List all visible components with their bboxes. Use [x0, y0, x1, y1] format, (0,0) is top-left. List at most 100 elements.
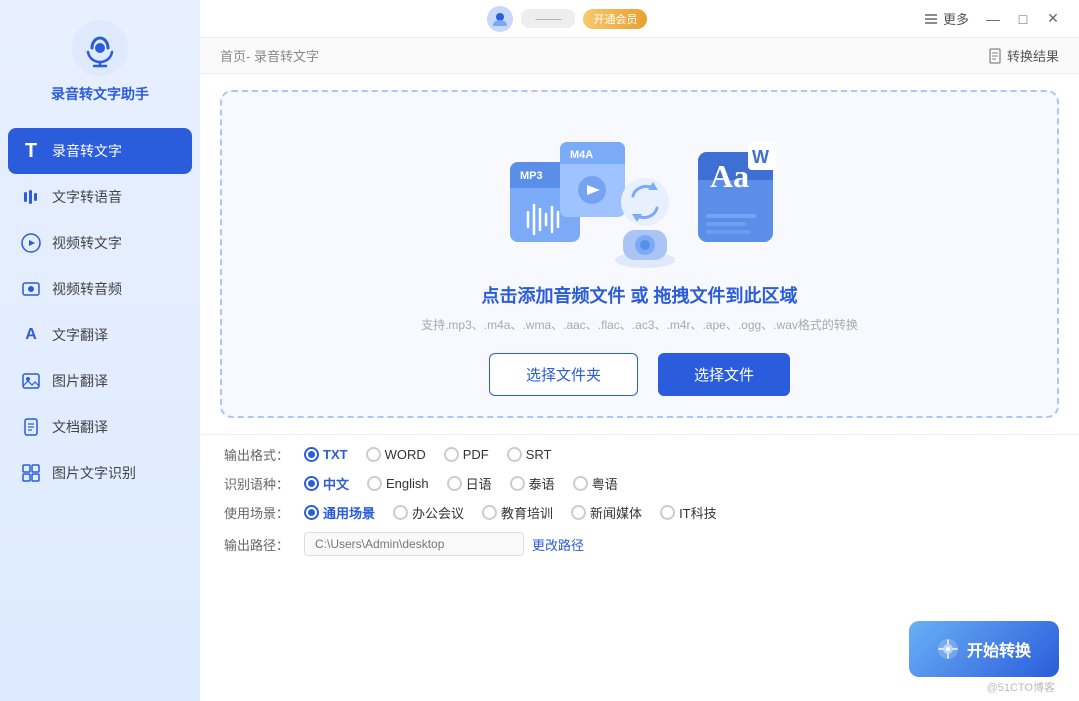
maximize-button[interactable]: □	[1009, 5, 1037, 33]
video-to-text-icon	[20, 232, 42, 254]
scene-tech[interactable]: IT科技	[660, 503, 717, 522]
text-to-speech-icon	[20, 186, 42, 208]
username-display: ——	[521, 9, 575, 28]
drop-sub-text: 支持.mp3、.m4a、.wma、.aac、.flac、.ac3、.m4r、.a…	[421, 316, 858, 333]
drop-buttons: 选择文件夹 选择文件	[489, 353, 790, 396]
scene-general-radio[interactable]	[304, 505, 319, 520]
scene-label: 使用场景：	[224, 503, 296, 522]
sidebar-item-image-translate[interactable]: 图片翻译	[0, 358, 200, 404]
more-label: 更多	[943, 9, 969, 28]
sidebar-item-video-to-audio[interactable]: 视频转音频	[0, 266, 200, 312]
start-icon	[937, 638, 959, 660]
lang-en[interactable]: English	[367, 476, 429, 491]
lang-ja-label: 日语	[466, 474, 492, 493]
select-folder-button[interactable]: 选择文件夹	[489, 353, 638, 396]
format-pdf-label: PDF	[463, 447, 489, 462]
app-title: 录音转文字助手	[51, 84, 149, 104]
user-area: —— 开通会员	[487, 6, 647, 32]
sidebar-item-label: 图片文字识别	[52, 463, 136, 483]
footer-note: @51CTO博客	[987, 679, 1055, 695]
lang-ja[interactable]: 日语	[447, 474, 492, 493]
svg-text:MP3: MP3	[520, 170, 543, 182]
close-button[interactable]: ✕	[1039, 5, 1067, 33]
lang-zh-radio[interactable]	[304, 476, 319, 491]
scene-news-radio[interactable]	[571, 505, 586, 520]
format-txt-label: TXT	[323, 447, 348, 462]
minimize-button[interactable]: —	[979, 5, 1007, 33]
scene-news[interactable]: 新闻媒体	[571, 503, 642, 522]
settings-section: 输出格式： TXT WORD PDF SRT	[200, 434, 1079, 576]
lang-zh[interactable]: 中文	[304, 474, 349, 493]
image-ocr-icon	[20, 462, 42, 484]
scene-office-label: 办公会议	[412, 503, 464, 522]
scene-row: 使用场景： 通用场景 办公会议 教育培训 新闻媒体	[224, 503, 1055, 522]
lang-yue-radio[interactable]	[573, 476, 588, 491]
scene-news-label: 新闻媒体	[590, 503, 642, 522]
sidebar-item-audio-to-text[interactable]: T 录音转文字	[8, 128, 192, 174]
format-txt[interactable]: TXT	[304, 447, 348, 462]
main-content: —— 开通会员 更多 — □ ✕ 首页- 录音转文字 转换结果	[200, 0, 1079, 701]
convert-result-button[interactable]: 转换结果	[987, 46, 1059, 65]
sidebar-item-video-to-text[interactable]: 视频转文字	[0, 220, 200, 266]
scene-radio-group: 通用场景 办公会议 教育培训 新闻媒体 IT科技	[304, 503, 717, 522]
video-to-audio-icon	[20, 278, 42, 300]
change-path-button[interactable]: 更改路径	[532, 535, 584, 554]
audio-to-text-icon: T	[20, 140, 42, 162]
format-pdf-radio[interactable]	[444, 447, 459, 462]
lang-en-label: English	[386, 476, 429, 491]
lang-yue[interactable]: 粤语	[573, 474, 618, 493]
scene-edu-radio[interactable]	[482, 505, 497, 520]
svg-text:Aa: Aa	[710, 158, 749, 194]
lang-ja-radio[interactable]	[447, 476, 462, 491]
format-word[interactable]: WORD	[366, 447, 426, 462]
vip-badge: 开通会员	[583, 9, 647, 29]
app-topbar: —— 开通会员 更多 — □ ✕	[200, 0, 1079, 38]
select-file-button[interactable]: 选择文件	[658, 353, 790, 396]
language-label: 识别语种：	[224, 474, 296, 493]
more-menu-button[interactable]: 更多	[915, 5, 977, 32]
breadcrumb-bar: 首页- 录音转文字 转换结果	[200, 38, 1079, 74]
sidebar-item-label: 录音转文字	[52, 141, 122, 161]
format-srt[interactable]: SRT	[507, 447, 552, 462]
scene-office[interactable]: 办公会议	[393, 503, 464, 522]
window-controls: 更多 — □ ✕	[915, 5, 1067, 33]
sidebar-item-label: 视频转文字	[52, 233, 122, 253]
output-path-input[interactable]	[304, 532, 524, 556]
start-convert-button[interactable]: 开始转换	[909, 621, 1059, 677]
format-srt-radio[interactable]	[507, 447, 522, 462]
format-srt-label: SRT	[526, 447, 552, 462]
drop-main-text: 点击添加音频文件 或 拖拽文件到此区域	[481, 282, 797, 308]
drop-zone[interactable]: MP3 M4A	[220, 90, 1059, 418]
sidebar-item-doc-translate[interactable]: 文档翻译	[0, 404, 200, 450]
sidebar-item-text-to-speech[interactable]: 文字转语音	[0, 174, 200, 220]
lang-en-radio[interactable]	[367, 476, 382, 491]
sidebar-item-label: 视频转音频	[52, 279, 122, 299]
drop-illustration-svg: MP3 M4A	[490, 112, 790, 272]
lang-th[interactable]: 泰语	[510, 474, 555, 493]
sidebar-item-label: 图片翻译	[52, 371, 108, 391]
svg-text:M4A: M4A	[570, 149, 593, 161]
format-pdf[interactable]: PDF	[444, 447, 489, 462]
format-word-label: WORD	[385, 447, 426, 462]
scene-general[interactable]: 通用场景	[304, 503, 375, 522]
doc-translate-icon	[20, 416, 42, 438]
lang-zh-label: 中文	[323, 474, 349, 493]
scene-tech-radio[interactable]	[660, 505, 675, 520]
avatar	[487, 6, 513, 32]
sidebar-item-image-ocr[interactable]: 图片文字识别	[0, 450, 200, 496]
lang-yue-label: 粤语	[592, 474, 618, 493]
sidebar-item-label: 文字翻译	[52, 325, 108, 345]
format-txt-radio[interactable]	[304, 447, 319, 462]
scene-edu[interactable]: 教育培训	[482, 503, 553, 522]
lang-th-radio[interactable]	[510, 476, 525, 491]
top-center: —— 开通会员	[487, 6, 647, 32]
output-format-row: 输出格式： TXT WORD PDF SRT	[224, 445, 1055, 464]
menu-lines-icon	[923, 11, 939, 27]
app-logo-icon	[72, 20, 128, 76]
format-word-radio[interactable]	[366, 447, 381, 462]
output-path-label: 输出路径：	[224, 535, 296, 554]
scene-office-radio[interactable]	[393, 505, 408, 520]
language-radio-group: 中文 English 日语 泰语 粤语	[304, 474, 618, 493]
sidebar-item-label: 文字转语音	[52, 187, 122, 207]
sidebar-item-text-translate[interactable]: A 文字翻译	[0, 312, 200, 358]
